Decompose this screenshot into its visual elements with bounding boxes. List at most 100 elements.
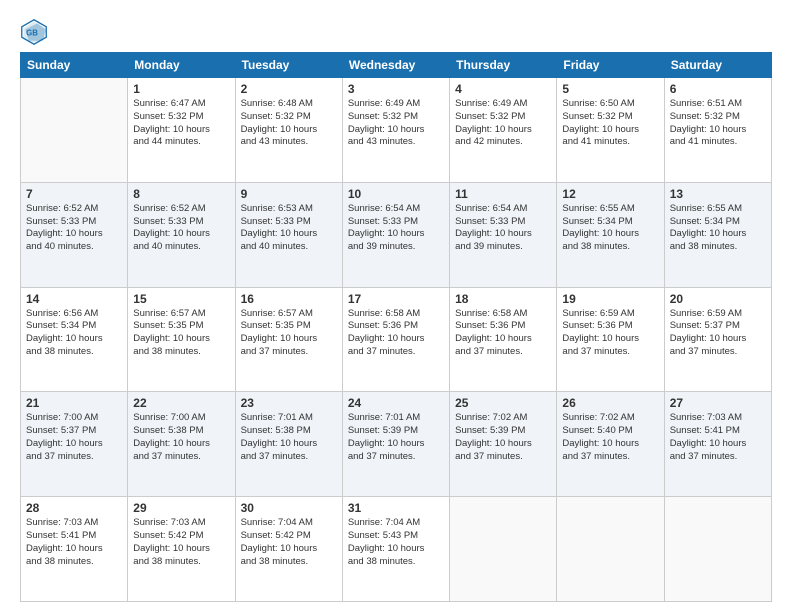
day-number: 7 (26, 187, 122, 201)
calendar-cell: 19 Sunrise: 6:59 AM Sunset: 5:36 PM Dayli… (557, 287, 664, 392)
day-info: Sunrise: 6:53 AM Sunset: 5:33 PM Dayligh… (241, 203, 337, 254)
day-number: 16 (241, 292, 337, 306)
day-number: 6 (670, 82, 766, 96)
day-info: Sunrise: 7:04 AM Sunset: 5:42 PM Dayligh… (241, 517, 337, 568)
day-number: 2 (241, 82, 337, 96)
calendar-cell: 6 Sunrise: 6:51 AM Sunset: 5:32 PM Daylig… (664, 78, 771, 183)
calendar-cell: 10Sunrise: 6:54 AM Sunset: 5:33 PM Dayli… (342, 182, 449, 287)
calendar-week-row: 7 Sunrise: 6:52 AM Sunset: 5:33 PM Daylig… (21, 182, 772, 287)
calendar-cell (664, 497, 771, 602)
day-info: Sunrise: 6:57 AM Sunset: 5:35 PM Dayligh… (133, 308, 229, 359)
calendar-day-header: Friday (557, 53, 664, 78)
day-info: Sunrise: 6:57 AM Sunset: 5:35 PM Dayligh… (241, 308, 337, 359)
day-info: Sunrise: 6:48 AM Sunset: 5:32 PM Dayligh… (241, 98, 337, 149)
calendar-table: SundayMondayTuesdayWednesdayThursdayFrid… (20, 52, 772, 602)
calendar-week-row: 14Sunrise: 6:56 AM Sunset: 5:34 PM Dayli… (21, 287, 772, 392)
day-number: 17 (348, 292, 444, 306)
calendar-day-header: Sunday (21, 53, 128, 78)
logo-icon: GB (20, 18, 48, 46)
calendar-cell: 7 Sunrise: 6:52 AM Sunset: 5:33 PM Daylig… (21, 182, 128, 287)
day-info: Sunrise: 7:00 AM Sunset: 5:38 PM Dayligh… (133, 412, 229, 463)
day-info: Sunrise: 7:01 AM Sunset: 5:39 PM Dayligh… (348, 412, 444, 463)
day-info: Sunrise: 6:56 AM Sunset: 5:34 PM Dayligh… (26, 308, 122, 359)
calendar-cell: 13 Sunrise: 6:55 AM Sunset: 5:34 PM Dayli… (664, 182, 771, 287)
calendar-cell: 1 Sunrise: 6:47 AM Sunset: 5:32 PM Daylig… (128, 78, 235, 183)
day-info: Sunrise: 7:04 AM Sunset: 5:43 PM Dayligh… (348, 517, 444, 568)
calendar-day-header: Monday (128, 53, 235, 78)
calendar-cell: 27 Sunrise: 7:03 AM Sunset: 5:41 PM Dayli… (664, 392, 771, 497)
day-info: Sunrise: 6:55 AM Sunset: 5:34 PM Dayligh… (562, 203, 658, 254)
day-info: Sunrise: 6:52 AM Sunset: 5:33 PM Dayligh… (26, 203, 122, 254)
day-info: Sunrise: 7:02 AM Sunset: 5:40 PM Dayligh… (562, 412, 658, 463)
day-number: 27 (670, 396, 766, 410)
calendar-cell: 31 Sunrise: 7:04 AM Sunset: 5:43 PM Dayli… (342, 497, 449, 602)
day-info: Sunrise: 6:54 AM Sunset: 5:33 PM Dayligh… (455, 203, 551, 254)
calendar-cell: 26 Sunrise: 7:02 AM Sunset: 5:40 PM Dayli… (557, 392, 664, 497)
day-number: 29 (133, 501, 229, 515)
day-number: 3 (348, 82, 444, 96)
day-info: Sunrise: 6:52 AM Sunset: 5:33 PM Dayligh… (133, 203, 229, 254)
day-info: Sunrise: 6:58 AM Sunset: 5:36 PM Dayligh… (455, 308, 551, 359)
calendar-day-header: Tuesday (235, 53, 342, 78)
day-number: 20 (670, 292, 766, 306)
calendar-cell: 8 Sunrise: 6:52 AM Sunset: 5:33 PM Daylig… (128, 182, 235, 287)
calendar-week-row: 28Sunrise: 7:03 AM Sunset: 5:41 PM Dayli… (21, 497, 772, 602)
day-number: 4 (455, 82, 551, 96)
calendar-cell: 15 Sunrise: 6:57 AM Sunset: 5:35 PM Dayli… (128, 287, 235, 392)
calendar-cell: 14Sunrise: 6:56 AM Sunset: 5:34 PM Dayli… (21, 287, 128, 392)
calendar-cell: 11 Sunrise: 6:54 AM Sunset: 5:33 PM Dayli… (450, 182, 557, 287)
calendar-week-row: 21Sunrise: 7:00 AM Sunset: 5:37 PM Dayli… (21, 392, 772, 497)
day-info: Sunrise: 6:59 AM Sunset: 5:37 PM Dayligh… (670, 308, 766, 359)
calendar-cell: 28Sunrise: 7:03 AM Sunset: 5:41 PM Dayli… (21, 497, 128, 602)
calendar-cell: 4 Sunrise: 6:49 AM Sunset: 5:32 PM Daylig… (450, 78, 557, 183)
day-number: 12 (562, 187, 658, 201)
calendar-cell (557, 497, 664, 602)
day-number: 25 (455, 396, 551, 410)
day-number: 19 (562, 292, 658, 306)
calendar-day-header: Saturday (664, 53, 771, 78)
day-number: 11 (455, 187, 551, 201)
day-info: Sunrise: 6:49 AM Sunset: 5:32 PM Dayligh… (455, 98, 551, 149)
day-number: 18 (455, 292, 551, 306)
logo: GB (20, 18, 52, 46)
calendar-cell: 24 Sunrise: 7:01 AM Sunset: 5:39 PM Dayli… (342, 392, 449, 497)
day-number: 21 (26, 396, 122, 410)
svg-text:GB: GB (26, 29, 38, 38)
day-info: Sunrise: 6:50 AM Sunset: 5:32 PM Dayligh… (562, 98, 658, 149)
day-number: 23 (241, 396, 337, 410)
calendar-day-header: Thursday (450, 53, 557, 78)
day-info: Sunrise: 6:51 AM Sunset: 5:32 PM Dayligh… (670, 98, 766, 149)
calendar-cell: 5Sunrise: 6:50 AM Sunset: 5:32 PM Daylig… (557, 78, 664, 183)
calendar-cell: 2 Sunrise: 6:48 AM Sunset: 5:32 PM Daylig… (235, 78, 342, 183)
day-number: 30 (241, 501, 337, 515)
calendar-cell (450, 497, 557, 602)
calendar-cell (21, 78, 128, 183)
day-info: Sunrise: 6:47 AM Sunset: 5:32 PM Dayligh… (133, 98, 229, 149)
day-info: Sunrise: 6:54 AM Sunset: 5:33 PM Dayligh… (348, 203, 444, 254)
day-info: Sunrise: 7:03 AM Sunset: 5:41 PM Dayligh… (670, 412, 766, 463)
day-info: Sunrise: 6:58 AM Sunset: 5:36 PM Dayligh… (348, 308, 444, 359)
calendar-week-row: 1 Sunrise: 6:47 AM Sunset: 5:32 PM Daylig… (21, 78, 772, 183)
day-info: Sunrise: 6:55 AM Sunset: 5:34 PM Dayligh… (670, 203, 766, 254)
day-number: 13 (670, 187, 766, 201)
calendar-cell: 17 Sunrise: 6:58 AM Sunset: 5:36 PM Dayli… (342, 287, 449, 392)
day-number: 31 (348, 501, 444, 515)
calendar-cell: 25 Sunrise: 7:02 AM Sunset: 5:39 PM Dayli… (450, 392, 557, 497)
calendar-cell: 21Sunrise: 7:00 AM Sunset: 5:37 PM Dayli… (21, 392, 128, 497)
day-info: Sunrise: 6:59 AM Sunset: 5:36 PM Dayligh… (562, 308, 658, 359)
day-info: Sunrise: 7:02 AM Sunset: 5:39 PM Dayligh… (455, 412, 551, 463)
day-number: 1 (133, 82, 229, 96)
day-number: 24 (348, 396, 444, 410)
header: GB (20, 18, 772, 46)
calendar-cell: 22Sunrise: 7:00 AM Sunset: 5:38 PM Dayli… (128, 392, 235, 497)
day-info: Sunrise: 7:03 AM Sunset: 5:42 PM Dayligh… (133, 517, 229, 568)
calendar-cell: 16 Sunrise: 6:57 AM Sunset: 5:35 PM Dayli… (235, 287, 342, 392)
day-info: Sunrise: 6:49 AM Sunset: 5:32 PM Dayligh… (348, 98, 444, 149)
day-number: 8 (133, 187, 229, 201)
day-info: Sunrise: 7:01 AM Sunset: 5:38 PM Dayligh… (241, 412, 337, 463)
day-number: 15 (133, 292, 229, 306)
calendar-cell: 9Sunrise: 6:53 AM Sunset: 5:33 PM Daylig… (235, 182, 342, 287)
day-number: 26 (562, 396, 658, 410)
calendar-header-row: SundayMondayTuesdayWednesdayThursdayFrid… (21, 53, 772, 78)
calendar-cell: 29 Sunrise: 7:03 AM Sunset: 5:42 PM Dayli… (128, 497, 235, 602)
